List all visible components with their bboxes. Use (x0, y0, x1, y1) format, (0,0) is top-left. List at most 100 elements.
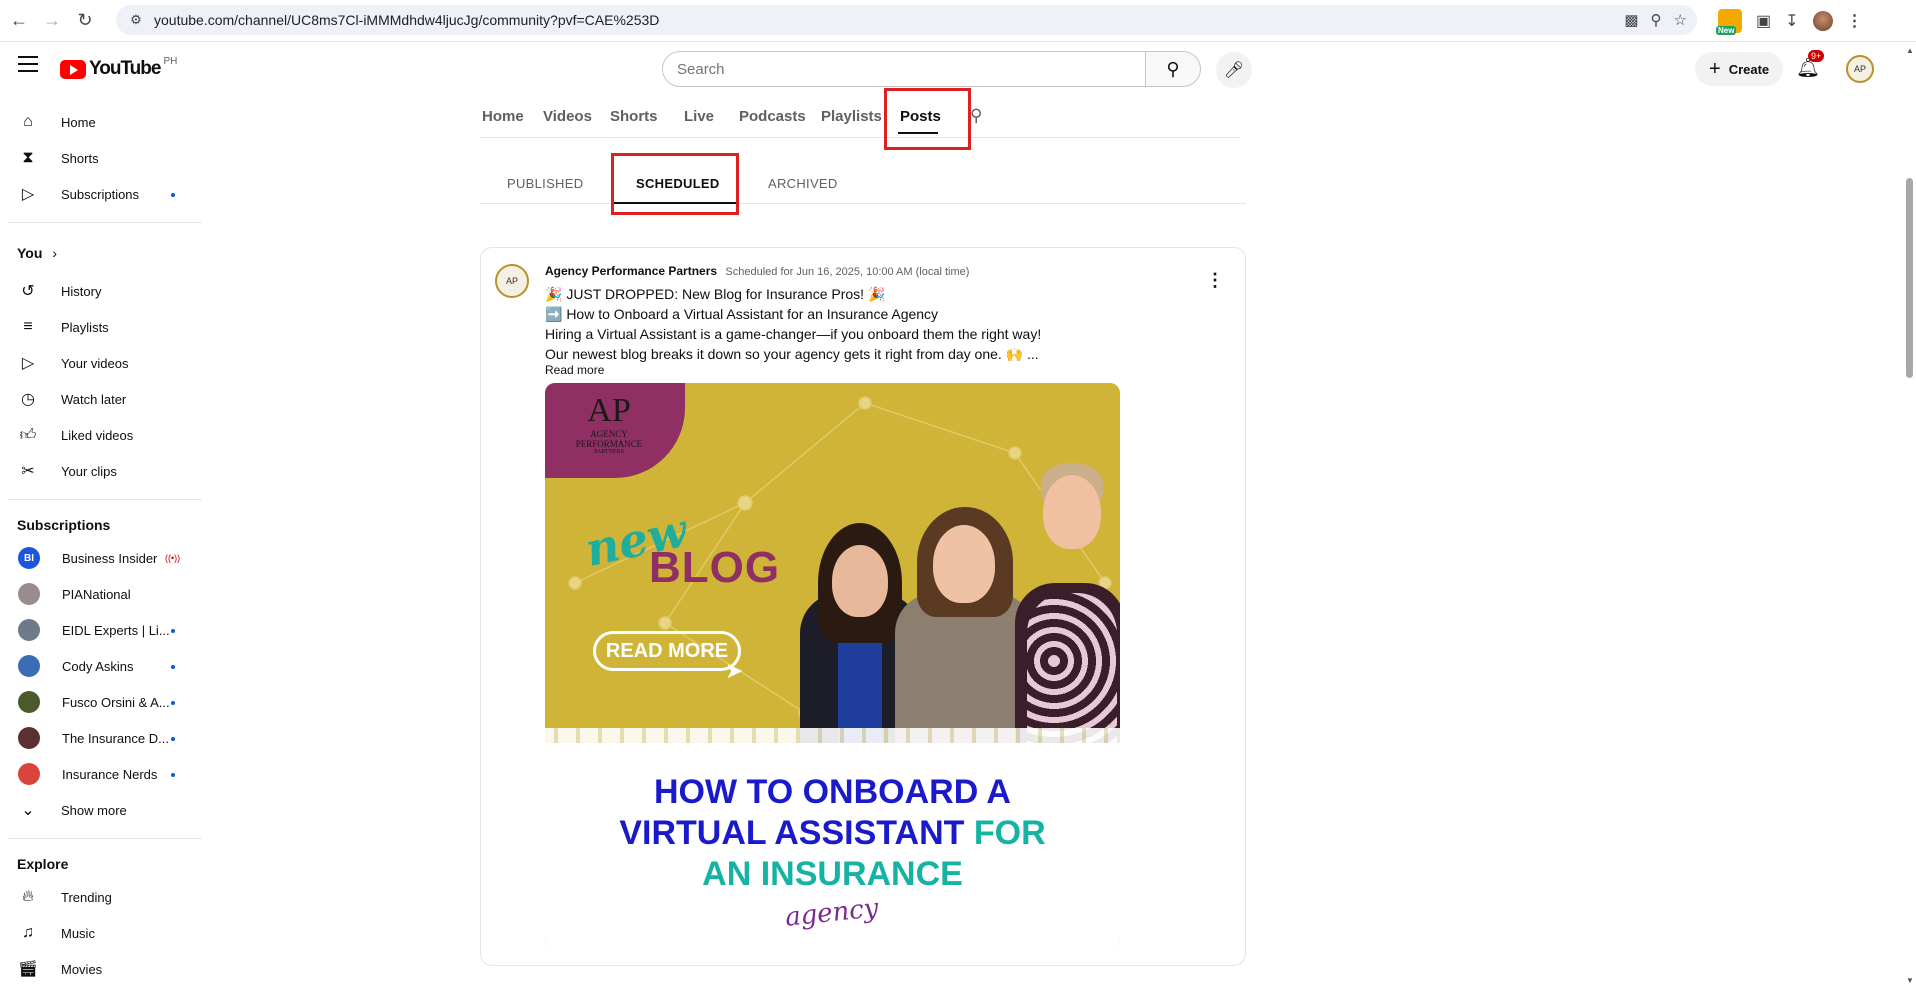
post-author-avatar[interactable]: AP (495, 264, 529, 298)
channel-search-icon[interactable]: ⚲ (970, 106, 982, 126)
sidebar-item-music[interactable]: ♫ Music (0, 915, 204, 951)
new-content-dot (171, 193, 175, 197)
watch-later-icon: ◷ (21, 391, 35, 408)
zoom-icon[interactable]: ⚲ (1651, 11, 1662, 29)
sidebar-channel-insurance-nerds[interactable]: Insurance Nerds (0, 756, 204, 792)
tab-videos[interactable]: Videos (543, 108, 592, 125)
post-author-name[interactable]: Agency Performance Partners (545, 264, 717, 278)
page-scrollbar[interactable]: ▲ ▼ (1903, 42, 1916, 990)
cursor-icon: ➤ (725, 658, 744, 683)
sidebar-item-history[interactable]: ↺ History (0, 273, 204, 309)
install-app-icon[interactable]: ▩ (1624, 11, 1638, 29)
address-bar[interactable]: ⚙ youtube.com/channel/UC8ms7Cl-iMMMdhdw4… (116, 5, 1697, 35)
chevron-down-icon: ⌄ (21, 802, 35, 819)
sidebar-channel-fusco-orsini[interactable]: Fusco Orsini & A... (0, 684, 204, 720)
url-text[interactable]: youtube.com/channel/UC8ms7Cl-iMMMdhdw4lj… (154, 12, 659, 28)
more-options-icon[interactable]: ⋮ (1206, 270, 1224, 291)
post-status-tab-bar: PUBLISHED SCHEDULED ARCHIVED (480, 160, 1246, 204)
guide-sidebar: ⌂ Home ⧗ Shorts ▷ Subscriptions You › ↺ … (0, 94, 204, 990)
clips-icon: ✂ (21, 463, 35, 480)
account-avatar[interactable]: AP (1846, 55, 1874, 83)
scroll-up-icon[interactable]: ▲ (1906, 46, 1914, 55)
create-button[interactable]: + Create (1695, 52, 1784, 86)
reload-icon[interactable]: ↻ (70, 6, 100, 36)
extensions-puzzle-icon[interactable]: ▣ (1756, 11, 1771, 31)
downloads-icon[interactable]: ↧ (1785, 11, 1798, 31)
sidebar-item-shorts[interactable]: ⧗ Shorts (0, 140, 204, 176)
profile-avatar[interactable] (1812, 11, 1833, 31)
sidebar-channel-eidl-experts[interactable]: EIDL Experts | Li... (0, 612, 204, 648)
sidebar-item-label: Trending (61, 889, 112, 905)
your-videos-icon: ▷ (21, 355, 35, 372)
tab-playlists[interactable]: Playlists (821, 108, 882, 125)
post-line: ➡️ How to Onboard a Virtual Assistant fo… (545, 306, 939, 322)
extension-new-label: New (1716, 26, 1737, 35)
sidebar-item-home[interactable]: ⌂ Home (0, 104, 204, 140)
youtube-play-icon (60, 59, 86, 79)
sidebar-item-movies[interactable]: 🎬︎ Movies (0, 951, 204, 987)
new-content-dot (171, 737, 175, 741)
tab-home[interactable]: Home (482, 108, 524, 125)
tab-shorts[interactable]: Shorts (610, 108, 658, 125)
sidebar-channel-the-insurance-d[interactable]: The Insurance D... (0, 720, 204, 756)
channel-avatar (18, 691, 40, 713)
post-line: 🎉 JUST DROPPED: New Blog for Insurance P… (545, 286, 886, 302)
sidebar-divider (8, 222, 202, 223)
post-text: 🎉 JUST DROPPED: New Blog for Insurance P… (545, 284, 1205, 364)
site-settings-icon[interactable]: ⚙ (122, 12, 150, 28)
tab-podcasts[interactable]: Podcasts (739, 108, 806, 125)
post-line: Hiring a Virtual Assistant is a game-cha… (545, 326, 1042, 342)
sidebar-item-trending[interactable]: 🔥︎ Trending (0, 879, 204, 915)
sidebar-show-more[interactable]: ⌄ Show more (0, 792, 204, 828)
sidebar-item-subscriptions[interactable]: ▷ Subscriptions (0, 176, 204, 212)
post-line: Our newest blog breaks it down so your a… (545, 346, 1039, 362)
bookmark-star-icon[interactable]: ☆ (1674, 11, 1687, 29)
sidebar-item-label: EIDL Experts | Li... (62, 622, 170, 638)
sidebar-item-your-videos[interactable]: ▷ Your videos (0, 345, 204, 381)
forward-icon[interactable]: → (37, 6, 67, 36)
youtube-logo[interactable]: YouTube PH (60, 56, 177, 80)
channel-tab-bar: Home Videos Shorts Live Podcasts Playlis… (480, 94, 1240, 138)
scroll-down-icon[interactable]: ▼ (1906, 976, 1914, 985)
sidebar-item-label: Movies (61, 961, 103, 977)
channel-avatar (18, 583, 40, 605)
voice-search-button[interactable]: 🎤︎ (1216, 52, 1252, 88)
person-right (1015, 463, 1120, 763)
extension-new-icon[interactable]: New (1716, 9, 1742, 35)
sidebar-item-label: Home (61, 114, 96, 130)
search-icon: ⚲ (1166, 58, 1180, 79)
explore-heading-label: Explore (17, 856, 69, 872)
search-input[interactable] (677, 60, 1117, 78)
sidebar-channel-cody-askins[interactable]: Cody Askins (0, 648, 204, 684)
read-more-link[interactable]: Read more (545, 363, 604, 377)
sidebar-channel-pianational[interactable]: PIANational (0, 576, 204, 612)
browser-menu-icon[interactable]: ⋮ (1847, 11, 1863, 31)
search-button[interactable]: ⚲ (1145, 51, 1201, 87)
sidebar-item-label: Music (61, 925, 95, 941)
home-icon: ⌂ (23, 113, 33, 130)
sidebar-item-liked-videos[interactable]: 👍︎ Liked videos (0, 417, 204, 453)
sidebar-item-playlists[interactable]: ≡ Playlists (0, 309, 204, 345)
chevron-right-icon: › (52, 245, 58, 261)
sidebar-subscriptions-heading: Subscriptions (0, 510, 204, 540)
post-image[interactable]: AP AGENCY PERFORMANCE PARTNERS new BLOG … (545, 383, 1120, 948)
sidebar-item-label: Your clips (61, 463, 117, 479)
sidebar-item-watch-later[interactable]: ◷ Watch later (0, 381, 204, 417)
tab-live[interactable]: Live (684, 108, 714, 125)
image-headline-2b: FOR (973, 814, 1046, 852)
guide-menu-icon[interactable] (18, 56, 38, 72)
post-header: Agency Performance Partners Scheduled fo… (545, 264, 969, 278)
sidebar-channel-business-insider[interactable]: BI Business Insider ((•)) (0, 540, 204, 576)
trending-icon: 🔥︎ (22, 888, 34, 905)
scrollbar-thumb[interactable] (1906, 178, 1913, 378)
tab-archived[interactable]: ARCHIVED (768, 176, 838, 191)
sidebar-item-label: Shorts (61, 150, 99, 166)
notifications-button[interactable]: 🔔︎ 9+ (1796, 50, 1825, 80)
sidebar-item-your-clips[interactable]: ✂ Your clips (0, 453, 204, 489)
sidebar-you-heading[interactable]: You › (0, 233, 204, 273)
new-content-dot (171, 665, 175, 669)
youtube-wordmark: YouTube (89, 58, 161, 79)
image-headline-2: VIRTUAL ASSISTANT FOR (545, 814, 1120, 853)
tab-published[interactable]: PUBLISHED (507, 176, 583, 191)
back-icon[interactable]: ← (4, 6, 34, 36)
